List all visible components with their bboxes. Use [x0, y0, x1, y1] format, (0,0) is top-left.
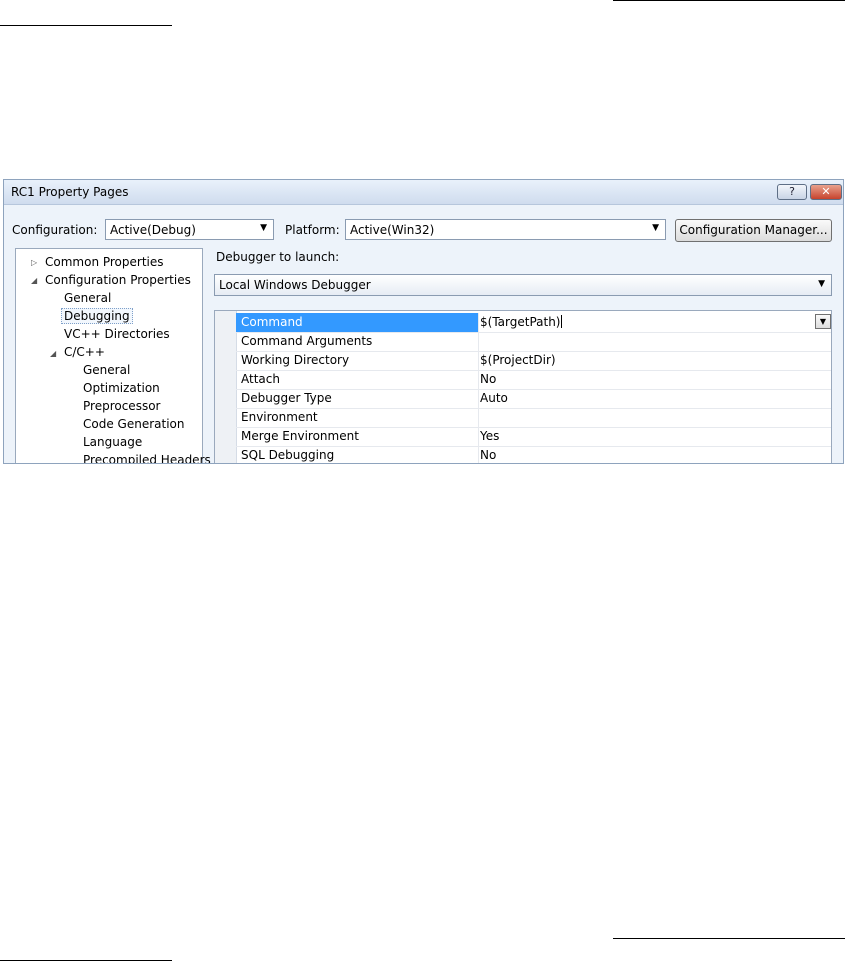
- tree-item-preprocessor[interactable]: Preprocessor: [83, 399, 160, 413]
- property-name: Debugger Type: [241, 391, 332, 405]
- table-row[interactable]: Working Directory $(ProjectDir): [236, 351, 831, 371]
- tree-item-code-generation[interactable]: Code Generation: [83, 417, 184, 431]
- table-row[interactable]: Merge Environment Yes: [236, 427, 831, 447]
- property-name: Command Arguments: [241, 334, 373, 348]
- column-divider: [478, 408, 479, 427]
- debugger-value: Local Windows Debugger: [219, 278, 371, 292]
- chevron-down-icon: ▼: [818, 279, 825, 289]
- configuration-label: Configuration:: [12, 223, 98, 237]
- chevron-down-icon: ▼: [652, 223, 659, 233]
- table-row[interactable]: Command $(TargetPath) ▼: [236, 313, 831, 333]
- platform-select[interactable]: Active(Win32) ▼: [345, 219, 666, 240]
- grid-gutter: [215, 311, 237, 463]
- property-name: Attach: [241, 372, 280, 386]
- column-divider: [478, 389, 479, 408]
- tree-item-general[interactable]: General: [64, 291, 111, 305]
- tree-item-debugging[interactable]: Debugging: [61, 308, 133, 324]
- value-dropdown-button[interactable]: ▼: [815, 314, 831, 329]
- expand-icon[interactable]: ▷: [31, 258, 37, 267]
- column-divider: [478, 446, 479, 463]
- property-value[interactable]: $(ProjectDir): [480, 353, 556, 367]
- title-bar[interactable]: RC1 Property Pages ? ✕: [4, 180, 843, 205]
- column-divider: [478, 370, 479, 389]
- top-rule-left: [0, 25, 172, 26]
- bottom-rule-left: [0, 960, 172, 961]
- property-pages-dialog: RC1 Property Pages ? ✕ Configuration: Ac…: [3, 179, 844, 464]
- tree-item-precompiled-headers[interactable]: Precompiled Headers: [83, 453, 211, 463]
- property-tree[interactable]: ▷ Common Properties ◢ Configuration Prop…: [15, 248, 211, 463]
- column-divider: [478, 427, 479, 446]
- help-icon: ?: [789, 185, 795, 198]
- debugger-to-launch-label: Debugger to launch:: [216, 250, 340, 264]
- debugger-select[interactable]: Local Windows Debugger ▼: [214, 274, 832, 296]
- property-value[interactable]: Auto: [480, 391, 508, 405]
- column-divider: [478, 351, 479, 370]
- configuration-select[interactable]: Active(Debug) ▼: [105, 219, 274, 240]
- property-name: Working Directory: [241, 353, 350, 367]
- tree-item-optimization[interactable]: Optimization: [83, 381, 160, 395]
- table-row[interactable]: Attach No: [236, 370, 831, 390]
- property-name: Command: [241, 315, 303, 329]
- property-value[interactable]: No: [480, 448, 496, 462]
- table-row[interactable]: Debugger Type Auto: [236, 389, 831, 409]
- collapse-icon[interactable]: ◢: [50, 349, 56, 358]
- property-name: Environment: [241, 410, 318, 424]
- collapse-icon[interactable]: ◢: [31, 276, 37, 285]
- tree-item-configuration-properties[interactable]: Configuration Properties: [45, 273, 191, 287]
- tree-item-language[interactable]: Language: [83, 435, 142, 449]
- table-row[interactable]: SQL Debugging No: [236, 446, 831, 463]
- text-caret: [561, 315, 563, 328]
- close-icon: ✕: [821, 185, 831, 198]
- configuration-value: Active(Debug): [110, 223, 196, 237]
- platform-value: Active(Win32): [350, 223, 435, 237]
- tree-item-vc-directories[interactable]: VC++ Directories: [64, 327, 170, 341]
- close-button[interactable]: ✕: [810, 184, 842, 200]
- column-divider: [478, 332, 479, 351]
- window-title: RC1 Property Pages: [11, 185, 129, 199]
- property-value-input[interactable]: $(TargetPath): [480, 315, 563, 329]
- chevron-down-icon: ▼: [819, 317, 827, 326]
- configuration-manager-button[interactable]: Configuration Manager...: [675, 219, 832, 242]
- table-row[interactable]: Environment: [236, 408, 831, 428]
- property-name: Merge Environment: [241, 429, 359, 443]
- column-divider: [478, 313, 479, 332]
- bottom-rule-right: [613, 938, 845, 939]
- chevron-down-icon: ▼: [260, 223, 267, 233]
- property-name: SQL Debugging: [241, 448, 335, 462]
- table-row[interactable]: Command Arguments: [236, 332, 831, 352]
- tree-item-cpp[interactable]: C/C++: [64, 345, 105, 359]
- tree-item-common-properties[interactable]: Common Properties: [45, 255, 164, 269]
- property-value[interactable]: No: [480, 372, 496, 386]
- property-value: $(TargetPath): [480, 315, 561, 329]
- top-rule-right: [613, 0, 845, 1]
- property-value[interactable]: Yes: [480, 429, 499, 443]
- tree-item-cpp-general[interactable]: General: [83, 363, 130, 377]
- platform-label: Platform:: [285, 223, 340, 237]
- help-button[interactable]: ?: [777, 184, 807, 200]
- property-grid: Command $(TargetPath) ▼ Command Argument…: [214, 310, 832, 463]
